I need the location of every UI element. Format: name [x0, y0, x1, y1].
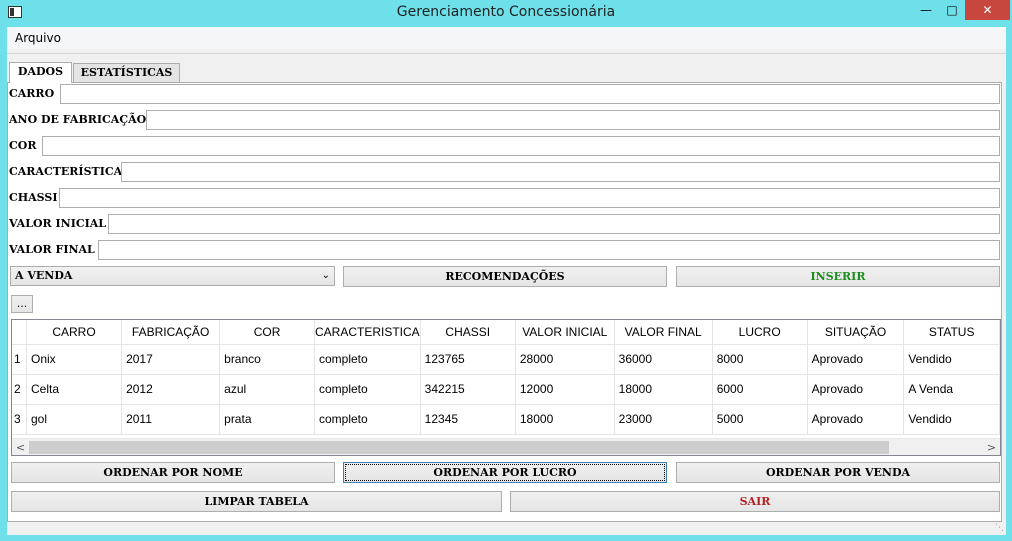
table-cell[interactable]: 2017 — [121, 344, 221, 375]
ordenar-nome-button[interactable]: ORDENAR POR NOME — [11, 462, 335, 483]
table-cell[interactable]: 18000 — [614, 374, 713, 405]
table-cell[interactable]: Onix — [26, 344, 123, 375]
table-cell[interactable]: azul — [219, 374, 315, 405]
carro-label: CARRO — [9, 87, 55, 100]
column-header[interactable]: SITUAÇÃO — [807, 320, 905, 345]
caracteristica-label: CARACTERÍSTICA — [9, 165, 123, 178]
table-cell[interactable]: 5000 — [712, 404, 808, 435]
table-cell[interactable]: 123765 — [420, 344, 516, 375]
corner-header — [12, 320, 28, 345]
cor-input[interactable] — [42, 136, 1000, 156]
row-number[interactable]: 1 — [12, 344, 28, 375]
recomendacoes-button[interactable]: RECOMENDAÇÕES — [343, 266, 667, 287]
ano-label: ANO DE FABRICAÇÃO — [9, 113, 147, 126]
table-cell[interactable]: 6000 — [712, 374, 808, 405]
table-cell[interactable]: prata — [219, 404, 315, 435]
table-cell[interactable]: Aprovado — [807, 344, 905, 375]
ordenar-venda-button[interactable]: ORDENAR POR VENDA — [676, 462, 1000, 483]
column-header[interactable]: COR — [219, 320, 315, 345]
table-cell[interactable]: 12000 — [515, 374, 615, 405]
scroll-left-icon[interactable]: < — [12, 440, 29, 455]
ordenar-lucro-button[interactable]: ORDENAR POR LUCRO — [343, 462, 667, 483]
valor-final-label: VALOR FINAL — [9, 243, 95, 256]
valor-inicial-input[interactable] — [108, 214, 1000, 234]
minimize-icon[interactable]: — — [913, 0, 939, 20]
title-bar: Gerenciamento Concessionária — □ ✕ — [0, 0, 1012, 26]
menu-bar: Arquivo — [7, 27, 1006, 49]
column-header[interactable]: CARRO — [26, 320, 123, 345]
status-select-value: A VENDA — [15, 269, 73, 282]
chassi-input[interactable] — [59, 188, 1000, 208]
cor-label: COR — [9, 139, 37, 152]
row-number[interactable]: 2 — [12, 374, 28, 405]
status-select[interactable]: A VENDA ⌄ — [10, 266, 335, 286]
table-cell[interactable]: Vendido — [903, 344, 1000, 375]
table-cell[interactable]: completo — [314, 404, 421, 435]
close-icon[interactable]: ✕ — [965, 0, 1010, 20]
table-row[interactable]: 1 Onix 2017 branco completo 123765 28000… — [12, 344, 1000, 375]
table-header-row: CARRO FABRICAÇÃO COR CARACTERISTICA CHAS… — [12, 320, 1000, 345]
resize-grip-icon[interactable]: ⋱ — [995, 523, 1004, 533]
menu-separator — [7, 53, 1006, 54]
table-cell[interactable]: completo — [314, 344, 421, 375]
table-row[interactable]: 2 Celta 2012 azul completo 342215 12000 … — [12, 374, 1000, 405]
table-cell[interactable]: 36000 — [614, 344, 713, 375]
carro-input[interactable] — [60, 84, 1000, 104]
table-cell[interactable]: 28000 — [515, 344, 615, 375]
scrollbar-thumb[interactable] — [29, 441, 889, 454]
chevron-down-icon: ⌄ — [321, 270, 330, 281]
tab-dados[interactable]: DADOS — [9, 62, 72, 83]
column-header[interactable]: VALOR FINAL — [614, 320, 713, 345]
column-header[interactable]: CHASSI — [420, 320, 516, 345]
table-cell[interactable]: 2012 — [121, 374, 221, 405]
table-cell[interactable]: branco — [219, 344, 315, 375]
limpar-tabela-button[interactable]: LIMPAR TABELA — [11, 491, 502, 512]
horizontal-scrollbar[interactable]: < > — [12, 438, 1000, 455]
table-cell[interactable]: Aprovado — [807, 374, 905, 405]
table-row[interactable]: 3 gol 2011 prata completo 12345 18000 23… — [12, 404, 1000, 435]
table-cell[interactable]: Vendido — [903, 404, 1000, 435]
valor-inicial-label: VALOR INICIAL — [9, 217, 107, 230]
cars-table[interactable]: CARRO FABRICAÇÃO COR CARACTERISTICA CHAS… — [11, 319, 1001, 456]
ellipsis-button[interactable]: ... — [11, 295, 33, 313]
chassi-label: CHASSI — [9, 191, 58, 204]
row-number[interactable]: 3 — [12, 404, 28, 435]
table-cell[interactable]: 12345 — [420, 404, 516, 435]
table-cell[interactable]: 8000 — [712, 344, 808, 375]
column-header[interactable]: LUCRO — [712, 320, 808, 345]
scroll-right-icon[interactable]: > — [983, 440, 1000, 455]
table-cell[interactable]: Aprovado — [807, 404, 905, 435]
column-header[interactable]: STATUS — [903, 320, 1000, 345]
tab-panel-dados: CARRO ANO DE FABRICAÇÃO COR CARACTERÍSTI… — [7, 82, 1002, 522]
table-cell[interactable]: completo — [314, 374, 421, 405]
column-header[interactable]: CARACTERISTICA — [314, 320, 421, 345]
table-cell[interactable]: A Venda — [903, 374, 1000, 405]
sair-button[interactable]: SAIR — [510, 491, 1000, 512]
window-client: Arquivo DADOS ESTATÍSTICAS CARRO ANO DE … — [7, 27, 1006, 535]
tab-estatisticas[interactable]: ESTATÍSTICAS — [73, 63, 180, 82]
window-title: Gerenciamento Concessionária — [396, 4, 616, 20]
ano-input[interactable] — [146, 110, 1000, 130]
table-cell[interactable]: 2011 — [121, 404, 221, 435]
column-header[interactable]: FABRICAÇÃO — [121, 320, 221, 345]
valor-final-input[interactable] — [98, 240, 1000, 260]
table-cell[interactable]: 18000 — [515, 404, 615, 435]
menu-arquivo[interactable]: Arquivo — [15, 31, 61, 45]
maximize-icon[interactable]: □ — [939, 0, 965, 20]
column-header[interactable]: VALOR INICIAL — [515, 320, 615, 345]
table-cell[interactable]: 23000 — [614, 404, 713, 435]
table-cell[interactable]: 342215 — [420, 374, 516, 405]
table-cell[interactable]: Celta — [26, 374, 123, 405]
caracteristica-input[interactable] — [121, 162, 1000, 182]
inserir-button[interactable]: INSERIR — [676, 266, 1000, 287]
table-cell[interactable]: gol — [26, 404, 123, 435]
